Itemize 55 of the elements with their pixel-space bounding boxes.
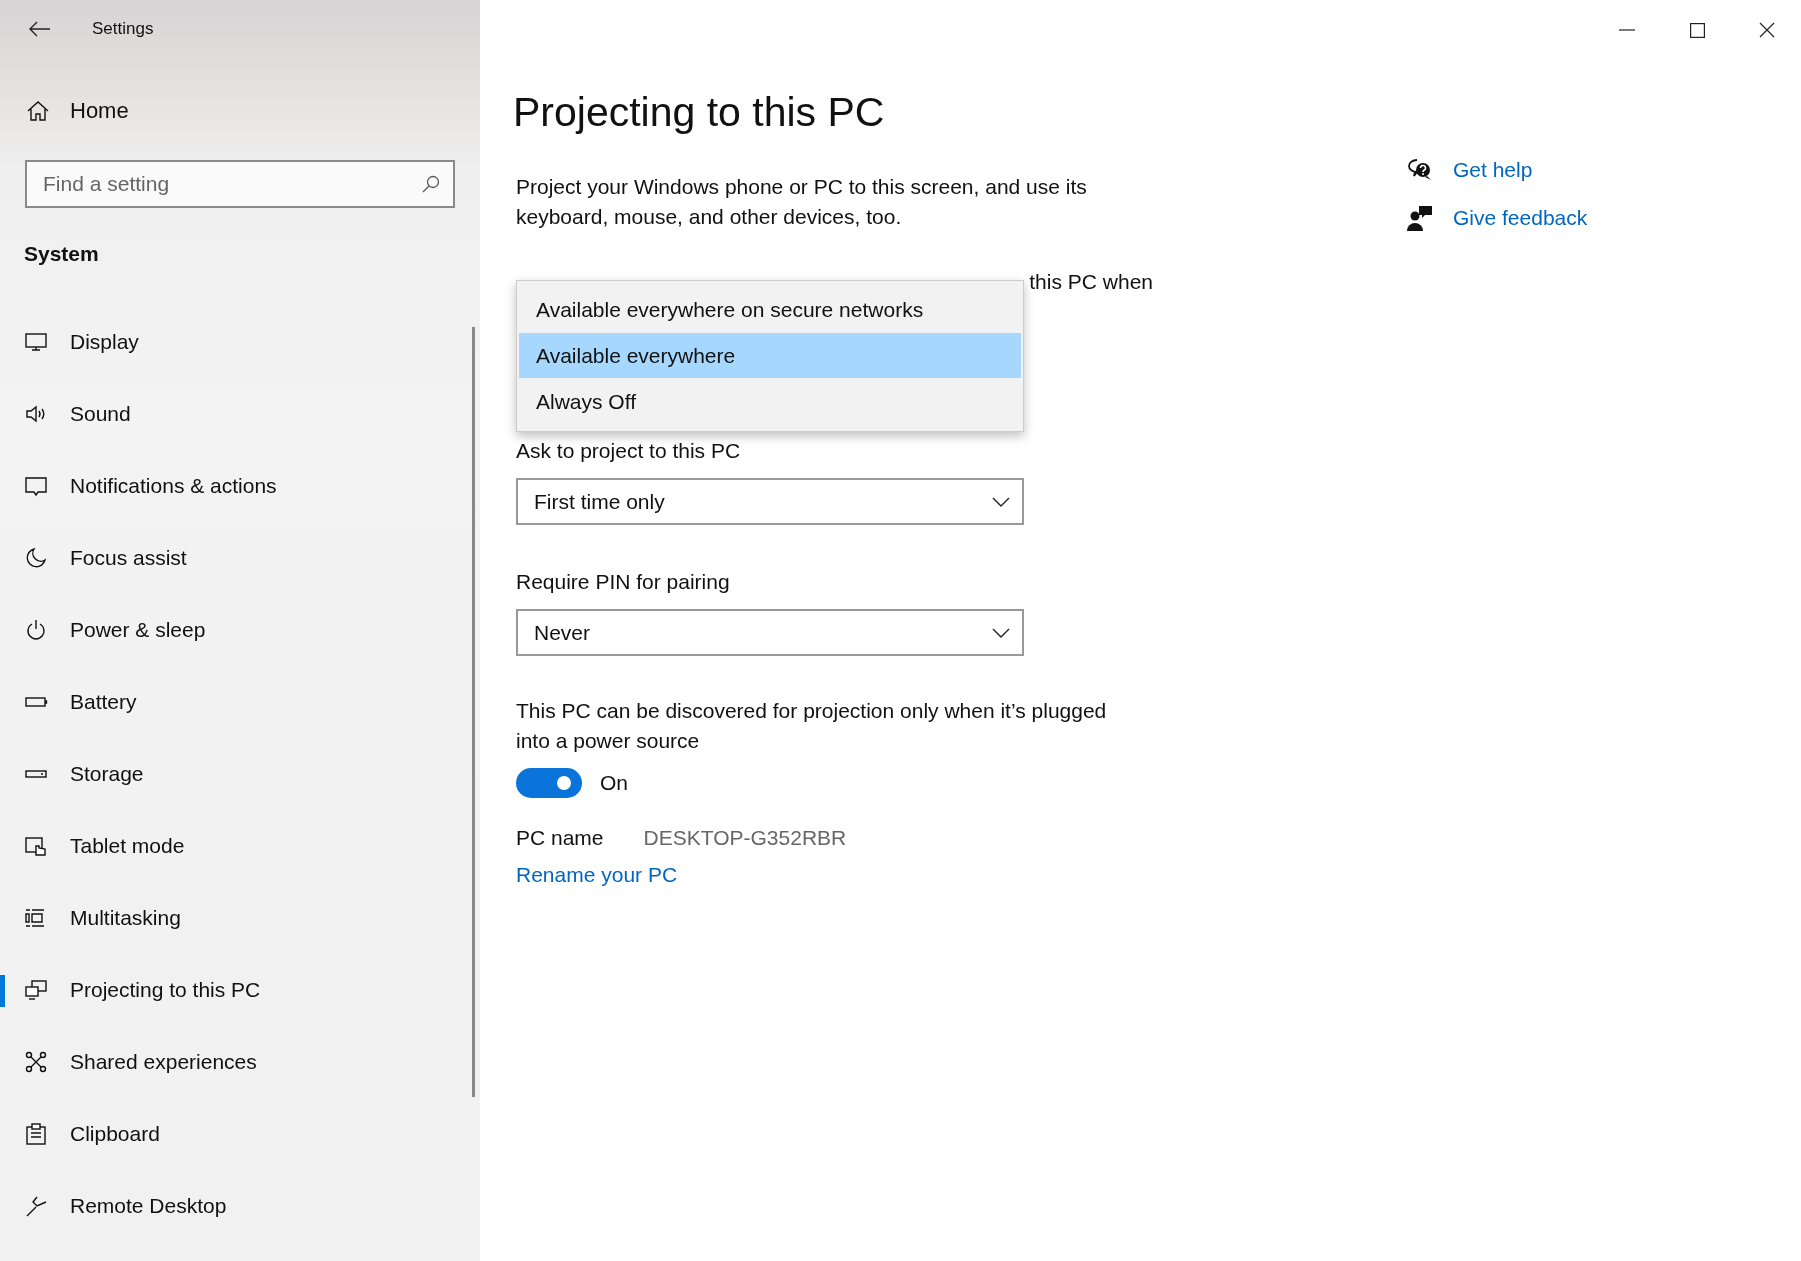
nav-item[interactable]: Storage — [0, 738, 480, 810]
setting-label: This PC can be discovered for projection only when it’s plugged into a power source — [516, 698, 1108, 754]
search-icon — [421, 174, 441, 194]
dropdown[interactable]: First time only — [516, 478, 1024, 525]
toggle-switch[interactable] — [516, 768, 582, 798]
speech-bubble-icon — [24, 474, 48, 498]
moon-icon — [24, 546, 48, 570]
network-icon — [24, 1050, 48, 1074]
nav-item[interactable]: Multitasking — [0, 882, 480, 954]
maximize-icon — [1689, 22, 1705, 38]
dropdown-option[interactable]: Available everywhere — [519, 333, 1021, 378]
monitor-icon — [24, 330, 48, 354]
rename-link[interactable]: Rename your PC — [516, 860, 678, 890]
clipboard-icon — [24, 1122, 48, 1146]
help-link[interactable]: Give feedback — [1453, 206, 1588, 230]
feedback-person-icon — [1407, 205, 1433, 231]
back-arrow-icon — [29, 21, 51, 37]
home-icon — [26, 99, 50, 123]
setting-label: Require PIN for pairing — [516, 570, 730, 594]
nav-item[interactable]: Projecting to this PC — [0, 954, 480, 1026]
nav-item[interactable]: Focus assist — [0, 522, 480, 594]
dropdown-option[interactable]: Always Off — [519, 379, 1021, 424]
nav-item[interactable]: Battery — [0, 666, 480, 738]
dropdown-option[interactable]: Available everywhere on secure networks — [519, 287, 1021, 332]
nav-item[interactable]: Remote Desktop — [0, 1170, 480, 1242]
power-icon — [24, 618, 48, 642]
nav-item[interactable]: Shared experiences — [0, 1026, 480, 1098]
close-icon — [1759, 22, 1775, 38]
tablet-icon — [24, 834, 48, 858]
nav-item[interactable]: Display — [0, 306, 480, 378]
pc-name-value: DESKTOP-G352RBR — [643, 826, 847, 850]
setting-label: PC name — [516, 826, 604, 850]
nav-item[interactable]: Tablet mode — [0, 810, 480, 882]
search-field[interactable]: Find a setting — [25, 160, 455, 208]
nav-item[interactable]: Power & sleep — [0, 594, 480, 666]
toggle-state: On — [600, 771, 628, 795]
section-heading: System — [24, 241, 100, 267]
dropdown[interactable]: Never — [516, 609, 1024, 656]
page-title: Projecting to this PC — [513, 88, 886, 136]
page-description: Project your Windows phone or PC to this screen, and use its keyboard, mouse, and other devices, too. — [516, 174, 1088, 230]
setting-label: Ask to project to this PC — [516, 439, 741, 463]
chevron-down-icon — [992, 627, 1010, 638]
chevron-down-icon — [992, 496, 1010, 507]
nav-item[interactable]: Notifications & actions — [0, 450, 480, 522]
help-chat-icon — [1407, 158, 1433, 182]
help-link[interactable]: Get help — [1453, 158, 1533, 182]
nav-item[interactable]: Sound — [0, 378, 480, 450]
home-nav-item[interactable]: Home — [0, 86, 480, 136]
minimize-icon — [1619, 29, 1635, 31]
remote-icon — [24, 1194, 48, 1218]
scrollbar[interactable] — [472, 327, 475, 1097]
nav-item[interactable]: Clipboard — [0, 1098, 480, 1170]
projector-icon — [24, 978, 48, 1002]
setting-label: this PC when — [1029, 270, 1153, 294]
window-title: Settings — [92, 19, 154, 39]
